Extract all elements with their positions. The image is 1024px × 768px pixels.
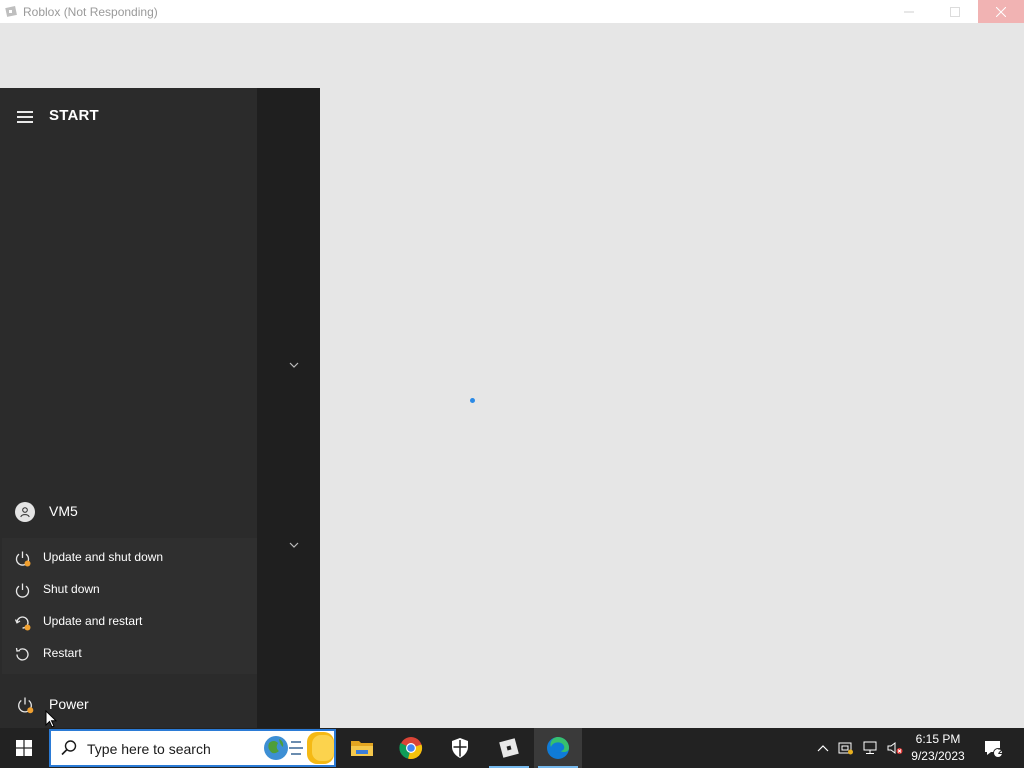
tray-volume-icon[interactable] [885, 728, 905, 768]
menu-item-label: Update and shut down [43, 550, 164, 564]
taskbar-chrome[interactable] [387, 728, 435, 768]
shut-down-option[interactable]: Shut down [2, 574, 257, 606]
close-icon [996, 6, 1006, 17]
user-account-button[interactable]: VM5 [0, 498, 257, 526]
search-highlight-image [264, 732, 334, 764]
edge-icon [547, 737, 569, 759]
power-button[interactable]: Power [0, 688, 257, 720]
power-icon [15, 583, 30, 598]
start-menu-title: START [49, 107, 99, 124]
user-avatar-icon [15, 502, 35, 522]
clock-time: 6:15 PM [915, 732, 961, 746]
clock-date: 9/23/2023 [911, 749, 965, 763]
volume-muted-icon [887, 742, 903, 754]
search-icon [61, 740, 77, 756]
mouse-cursor-icon [45, 710, 57, 728]
restart-icon [15, 647, 29, 661]
search-placeholder: Type here to search [87, 741, 211, 757]
hamburger-menu-icon[interactable] [17, 111, 33, 123]
start-menu-left-pane: START VM5 Update and shut down Shut down… [0, 88, 257, 728]
roblox-window-icon [4, 5, 18, 19]
show-hidden-icons-button[interactable] [814, 728, 832, 768]
taskbar-edge[interactable] [534, 728, 582, 768]
taskbar: Type here to search 6:15 PM 9/23/2023 2 [0, 728, 1024, 768]
network-icon [863, 741, 877, 754]
power-options-menu: Update and shut down Shut down Update an… [2, 538, 257, 674]
start-menu: START VM5 Update and shut down Shut down… [0, 88, 320, 728]
tray-security-icon[interactable] [836, 728, 856, 768]
restart-update-icon [14, 616, 31, 631]
minimize-button[interactable] [886, 0, 932, 23]
close-button[interactable] [978, 0, 1024, 23]
restart-option[interactable]: Restart [2, 638, 257, 670]
chevron-down-icon[interactable] [288, 539, 300, 551]
window-titlebar: Roblox (Not Responding) [0, 0, 1024, 23]
menu-item-label: Restart [43, 646, 82, 660]
user-name: VM5 [49, 503, 78, 519]
chrome-icon [399, 737, 423, 760]
security-tray-icon [838, 742, 853, 755]
update-and-restart-option[interactable]: Update and restart [2, 606, 257, 638]
menu-item-label: Shut down [43, 582, 100, 596]
notification-count: 2 [998, 747, 1003, 756]
window-title: Roblox (Not Responding) [23, 4, 158, 19]
power-update-icon [18, 697, 34, 714]
update-and-shut-down-option[interactable]: Update and shut down [2, 542, 257, 574]
taskbar-clock[interactable]: 6:15 PM 9/23/2023 [908, 731, 968, 765]
tray-network-icon[interactable] [861, 728, 881, 768]
start-button[interactable] [0, 728, 48, 768]
shield-icon [452, 738, 468, 758]
taskbar-search-box[interactable]: Type here to search [49, 729, 336, 767]
power-update-icon [15, 551, 31, 567]
taskbar-file-explorer[interactable] [338, 728, 386, 768]
loading-indicator [470, 398, 475, 403]
action-center-button[interactable]: 2 [979, 728, 1007, 768]
roblox-icon [499, 738, 519, 758]
windows-logo-icon [16, 740, 32, 756]
taskbar-roblox[interactable] [485, 728, 533, 768]
chevron-up-icon [817, 744, 829, 751]
menu-item-label: Update and restart [43, 614, 143, 628]
taskbar-windows-security[interactable] [436, 728, 484, 768]
chevron-down-icon[interactable] [288, 359, 300, 371]
file-explorer-icon [351, 741, 373, 756]
maximize-button[interactable] [932, 0, 978, 23]
